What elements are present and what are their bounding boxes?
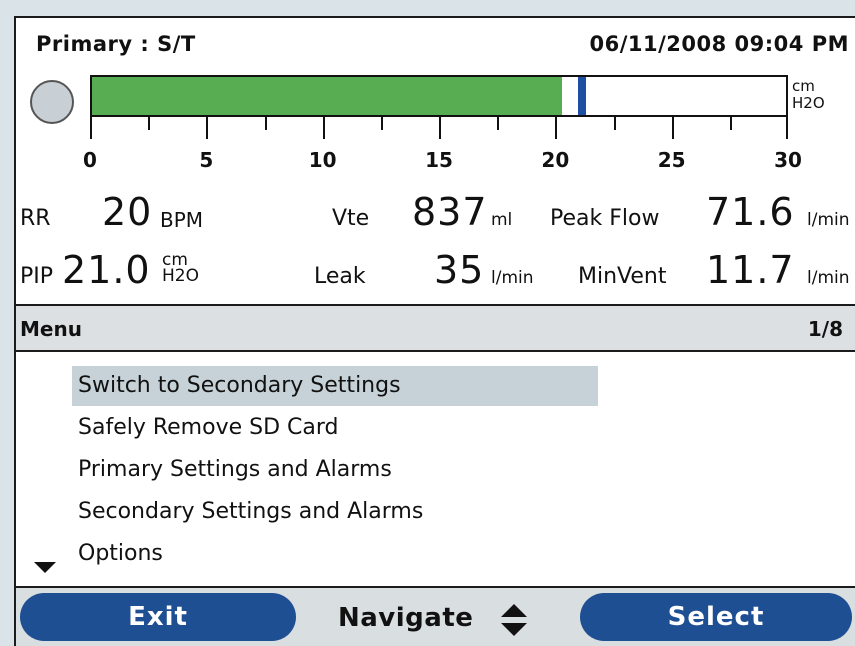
menu-item-secondary-settings[interactable]: Secondary Settings and Alarms: [72, 492, 423, 532]
scale-label: 5: [199, 148, 214, 172]
leak-unit: l/min: [491, 268, 534, 288]
rr-value: 20: [102, 190, 153, 234]
peak-flow-unit: l/min: [807, 210, 850, 230]
rr-label: RR: [20, 206, 51, 231]
pip-label: PIP: [20, 264, 54, 289]
menu-item-options[interactable]: Options: [72, 534, 163, 574]
scale-label: 15: [425, 148, 453, 172]
scale-major-tick: [90, 117, 92, 139]
min-vent-value: 11.7: [706, 248, 795, 292]
navigate-label: Navigate: [338, 603, 474, 633]
scale-label: 20: [541, 148, 570, 172]
vte-unit: ml: [491, 210, 513, 230]
pressure-scale-ticks: [90, 117, 788, 139]
scale-label: 25: [657, 148, 686, 172]
peak-flow-label: Peak Flow: [550, 206, 660, 231]
scale-minor-tick: [613, 117, 616, 130]
scale-major-tick: [439, 117, 441, 139]
scale-minor-tick: [264, 117, 267, 130]
pressure-bar-unit: cm H2O: [792, 78, 825, 112]
menu-page-indicator: 1/8: [807, 317, 843, 341]
ventilator-screen: Primary : S/T 06/11/2008 09:04 PM cm H2O…: [14, 16, 855, 646]
scale-label: 30: [774, 148, 802, 172]
menu-item-primary-settings[interactable]: Primary Settings and Alarms: [72, 450, 392, 490]
scale-major-tick: [671, 117, 674, 139]
pip-unit-line2: H2O: [162, 266, 199, 286]
pressure-bar: [90, 75, 788, 117]
breath-indicator-icon: [30, 80, 74, 124]
pressure-bar-marker: [578, 77, 587, 115]
menu-item-switch-secondary[interactable]: Switch to Secondary Settings: [72, 366, 598, 406]
scale-minor-tick: [380, 117, 383, 130]
peak-flow-value: 71.6: [706, 190, 795, 234]
rr-unit: BPM: [160, 208, 204, 232]
ventilation-mode: Primary : S/T: [36, 32, 196, 56]
scale-major-tick: [555, 117, 558, 139]
pressure-scale-labels: 0 5 10 15 20 25 30: [83, 148, 802, 174]
min-vent-label: MinVent: [578, 264, 667, 289]
pressure-unit-line2: H2O: [792, 94, 825, 112]
scale-major-tick: [786, 117, 788, 139]
select-button[interactable]: Select: [580, 593, 852, 641]
softkey-bar: Exit Navigate Select: [16, 586, 855, 646]
scale-major-tick: [206, 117, 209, 139]
exit-button[interactable]: Exit: [20, 593, 296, 641]
pip-value: 21.0: [62, 248, 151, 292]
pressure-bar-fill: [92, 77, 562, 115]
min-vent-unit: l/min: [807, 268, 850, 288]
up-down-arrows-icon: [501, 604, 527, 636]
menu-item-remove-sd-card[interactable]: Safely Remove SD Card: [72, 408, 339, 448]
menu-title: Menu: [20, 317, 82, 341]
menu-header: Menu 1/8: [16, 304, 855, 352]
scale-label: 0: [83, 148, 97, 172]
pressure-unit-line1: cm: [792, 77, 815, 95]
scale-label: 10: [308, 148, 337, 172]
vte-value: 837: [412, 190, 488, 234]
scale-minor-tick: [148, 117, 151, 130]
vte-label: Vte: [332, 206, 370, 231]
leak-label: Leak: [314, 264, 366, 289]
scale-minor-tick: [729, 117, 732, 130]
leak-value: 35: [434, 248, 485, 292]
pip-unit: cm H2O: [162, 252, 199, 286]
scale-minor-tick: [497, 117, 500, 130]
scroll-down-arrow-icon: [34, 562, 56, 573]
date-time: 06/11/2008 09:04 PM: [589, 32, 849, 56]
scale-major-tick: [322, 117, 325, 139]
